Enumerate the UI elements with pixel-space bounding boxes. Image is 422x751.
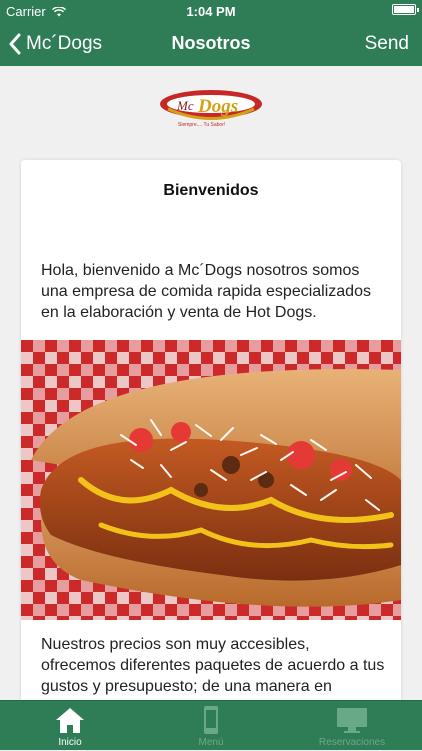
svg-text:Dogs: Dogs (197, 96, 238, 117)
tab-bar: Inicio Menú Reservaciones (0, 700, 422, 750)
monitor-icon (337, 708, 367, 733)
home-icon (56, 708, 84, 733)
welcome-card: Bienvenidos Hola, bienvenido a Mc´Dogs n… (21, 160, 401, 700)
back-button-label: Mc´Dogs (26, 33, 103, 54)
battery-icon (392, 4, 419, 15)
mcdogs-logo: Mc Dogs Siempre.... Tu Sabor! (160, 90, 262, 128)
navigation-bar: Mc´Dogs Nosotros Send (0, 22, 422, 66)
send-button[interactable]: Send (365, 33, 409, 55)
status-bar: Carrier 1:04 PM (0, 0, 422, 22)
hotdog-photo (21, 340, 401, 620)
prices-paragraph: Nuestros precios son muy accesibles, ofr… (41, 636, 385, 695)
phone-icon (204, 706, 218, 734)
tab-reservaciones-label: Reservaciones (318, 737, 386, 748)
content-scroll[interactable]: Mc Dogs Siempre.... Tu Sabor! Bienvenido… (0, 66, 422, 700)
intro-paragraph: Hola, bienvenido a Mc´Dogs nosotros somo… (41, 262, 371, 321)
tab-menu-label: Menú (198, 737, 224, 748)
back-button[interactable]: Mc´Dogs (8, 22, 102, 66)
tab-inicio[interactable]: Inicio (0, 701, 140, 751)
tab-inicio-label: Inicio (58, 737, 82, 748)
tab-reservaciones[interactable]: Reservaciones (282, 701, 422, 751)
card-title: Bienvenidos (163, 182, 259, 199)
chevron-left-icon (9, 33, 21, 55)
svg-text:Siempre.... Tu Sabor!: Siempre.... Tu Sabor! (178, 122, 225, 128)
svg-text:Mc: Mc (176, 98, 194, 113)
status-time: 1:04 PM (186, 4, 236, 19)
status-right (392, 4, 419, 15)
tab-menu[interactable]: Menú (141, 701, 281, 751)
